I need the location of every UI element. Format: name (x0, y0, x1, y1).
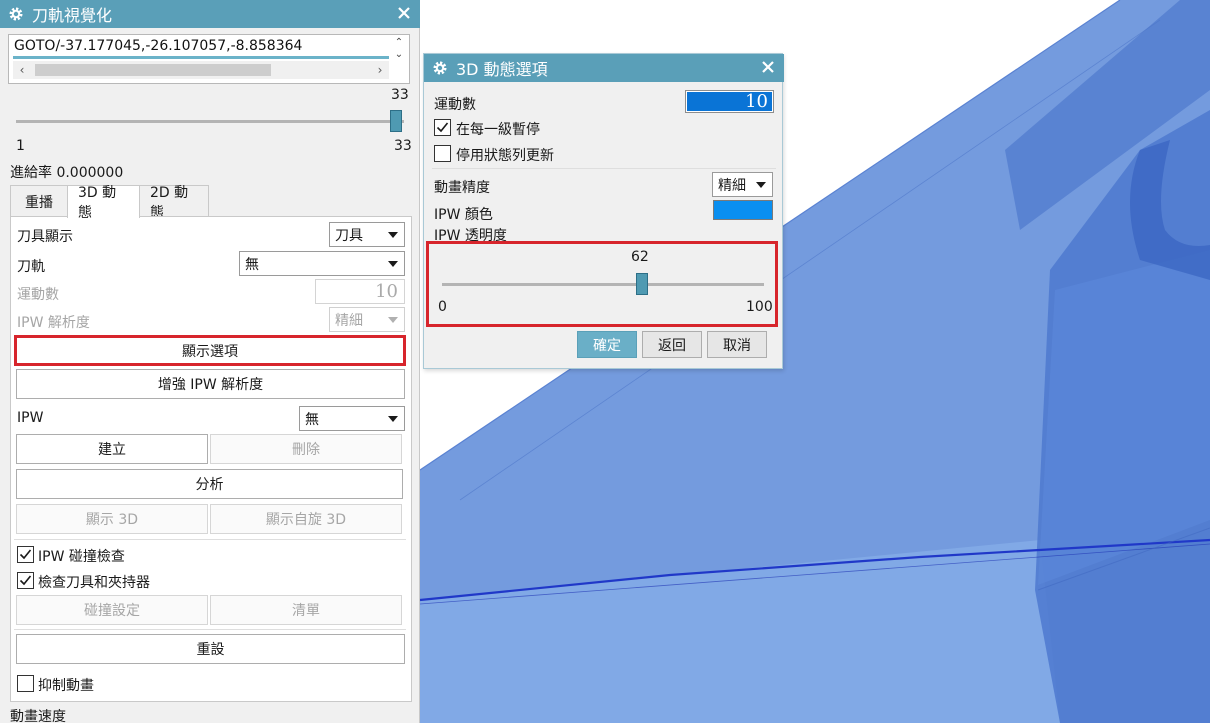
ipw-select[interactable]: 無 (299, 406, 405, 431)
panel-titlebar[interactable]: 刀軌視覺化 (0, 0, 420, 28)
tool-display-select[interactable]: 刀具 (329, 222, 405, 247)
suppress-animation-checkbox[interactable] (17, 675, 34, 692)
goto-selection-bar (13, 56, 389, 59)
reset-button[interactable]: 重設 (16, 634, 405, 664)
motion-count-field: 10 (315, 279, 405, 304)
tab-strip: 重播 3D 動態 2D 動態 (10, 185, 209, 221)
chevron-down-icon (756, 182, 766, 188)
chevron-down-icon (388, 261, 398, 267)
chevron-right-icon[interactable]: › (371, 61, 389, 79)
step-slider-thumb[interactable] (390, 110, 402, 132)
check-tool-holder-checkbox[interactable] (17, 572, 34, 589)
analyze-button[interactable]: 分析 (16, 469, 403, 499)
step-slider-min: 1 (16, 138, 25, 154)
animation-precision-label: 動畫精度 (434, 180, 490, 196)
check-tool-holder-label: 檢查刀具和夾持器 (38, 575, 150, 591)
horizontal-scrollbar[interactable]: ‹ › (13, 61, 389, 79)
transparency-slider-min: 0 (438, 299, 447, 315)
show-spin-3d-button: 顯示自旋 3D (210, 504, 402, 534)
gear-icon (432, 60, 448, 76)
close-icon[interactable] (394, 3, 414, 23)
animation-speed-label: 動畫速度 (10, 709, 66, 723)
chevron-left-icon[interactable]: ‹ (13, 61, 31, 79)
ipw-color-swatch[interactable] (713, 200, 773, 220)
ipw-resolution-select: 精細 (329, 307, 405, 332)
step-slider-max: 33 (394, 138, 412, 154)
divider (14, 629, 406, 630)
ok-button[interactable]: 確定 (577, 331, 637, 358)
chevron-down-icon (388, 317, 398, 323)
disable-status-update-label: 停用狀態列更新 (456, 148, 554, 164)
goto-text: GOTO/-37.177045,-26.107057,-8.858364 (14, 38, 303, 54)
create-button[interactable]: 建立 (16, 434, 208, 464)
ipw-resolution-value: 精細 (335, 312, 363, 329)
tab-2d-dynamic[interactable]: 2D 動態 (139, 185, 209, 221)
dialog-motion-count-field[interactable]: 10 (685, 90, 774, 113)
toolpath-select[interactable]: 無 (239, 251, 405, 276)
divider (432, 168, 776, 169)
display-options-button[interactable]: 顯示選項 (14, 335, 406, 366)
chevron-down-icon[interactable]: ⌄ (395, 49, 403, 61)
step-slider-track[interactable] (16, 120, 404, 123)
dialog-motion-count-value: 10 (687, 92, 772, 111)
check-icon (436, 122, 449, 133)
toolpath-value: 無 (245, 256, 259, 273)
cancel-button[interactable]: 取消 (707, 331, 767, 358)
chevron-up-icon[interactable]: ⌃ (395, 37, 403, 49)
motion-count-label: 運動數 (17, 287, 59, 303)
transparency-slider-track[interactable] (442, 283, 764, 286)
close-icon[interactable] (758, 57, 778, 77)
collision-settings-button: 碰撞設定 (16, 595, 208, 625)
ipw-resolution-label: IPW 解析度 (17, 315, 90, 331)
ipw-color-label: IPW 顏色 (434, 207, 493, 223)
show-3d-button: 顯示 3D (16, 504, 208, 534)
pause-each-level-checkbox[interactable] (434, 119, 451, 136)
tool-display-label: 刀具顯示 (17, 229, 73, 245)
panel-title: 刀軌視覺化 (32, 6, 113, 25)
chevron-down-icon (388, 416, 398, 422)
scrollbar-thumb[interactable] (35, 64, 271, 76)
goto-text-field[interactable]: GOTO/-37.177045,-26.107057,-8.858364 ‹ ›… (8, 34, 410, 84)
pause-each-level-label: 在每一級暫停 (456, 122, 540, 138)
dialog-motion-count-label: 運動數 (434, 97, 476, 113)
dialog-titlebar[interactable]: 3D 動態選項 (424, 54, 784, 82)
vertical-spinner[interactable]: ⌃ ⌄ (391, 37, 407, 63)
ipw-collision-check-label: IPW 碰撞檢查 (38, 549, 125, 565)
transparency-slider-thumb[interactable] (635, 273, 648, 295)
back-button[interactable]: 返回 (642, 331, 702, 358)
tab-replay[interactable]: 重播 (10, 185, 68, 217)
suppress-animation-label: 抑制動畫 (38, 678, 94, 694)
animation-precision-value: 精細 (718, 177, 746, 194)
list-button: 清單 (210, 595, 402, 625)
toolpath-label: 刀軌 (17, 259, 45, 275)
3d-dynamic-options-dialog: 3D 動態選項 運動數 10 在每一級暫停 停用狀態列更新 動畫精度 精細 IP… (423, 53, 784, 369)
toolpath-visualization-panel: 刀軌視覺化 GOTO/-37.177045,-26.107057,-8.8583… (0, 0, 420, 723)
dialog-title: 3D 動態選項 (456, 60, 548, 79)
step-slider-value: 33 (391, 87, 409, 103)
tab-3d-dynamic[interactable]: 3D 動態 (67, 185, 140, 221)
transparency-slider-max: 100 (746, 299, 773, 315)
chevron-down-icon (388, 232, 398, 238)
divider (14, 539, 406, 540)
animation-precision-select[interactable]: 精細 (712, 172, 773, 197)
disable-status-update-checkbox[interactable] (434, 145, 451, 162)
gear-icon (8, 6, 24, 22)
check-icon (19, 575, 32, 586)
enhance-ipw-resolution-button[interactable]: 增強 IPW 解析度 (16, 369, 405, 399)
delete-button: 刪除 (210, 434, 402, 464)
transparency-slider-value: 62 (631, 249, 649, 265)
ipw-value: 無 (305, 411, 319, 428)
tool-display-value: 刀具 (335, 227, 363, 244)
ipw-collision-check-checkbox[interactable] (17, 546, 34, 563)
feed-rate-label: 進給率 0.000000 (10, 165, 124, 181)
check-icon (19, 549, 32, 560)
ipw-label: IPW (17, 410, 44, 426)
